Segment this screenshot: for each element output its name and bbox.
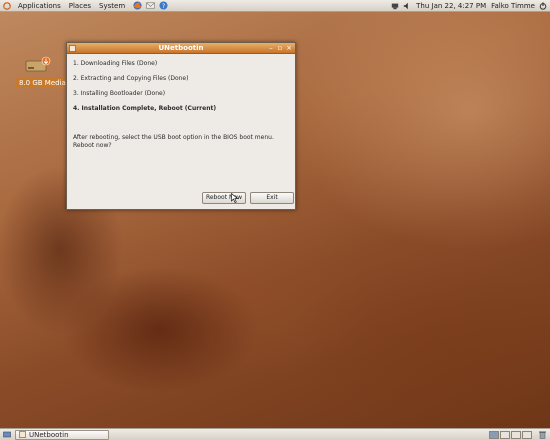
- workspace-2[interactable]: [500, 431, 510, 439]
- unetbootin-app-icon: [19, 431, 26, 438]
- window-controls: – ▫ ×: [266, 44, 293, 52]
- ubuntu-logo-icon[interactable]: [3, 1, 11, 10]
- clock[interactable]: Thu Jan 22, 4:27 PM: [416, 2, 486, 10]
- mouse-cursor-icon: [231, 193, 239, 203]
- desktop-icon-usb-media[interactable]: 8.0 GB Media: [16, 56, 69, 88]
- taskbar-item-label: UNetbootin: [29, 430, 69, 439]
- svg-text:?: ?: [162, 3, 165, 10]
- workspace-1[interactable]: [489, 431, 499, 439]
- close-icon[interactable]: ×: [285, 44, 293, 52]
- desktop-icon-label: 8.0 GB Media: [16, 78, 69, 88]
- trash-icon[interactable]: [538, 430, 547, 439]
- step-bootloader: 3. Installing Bootloader (Done): [73, 90, 166, 97]
- user-name[interactable]: Falko Timme: [491, 2, 535, 10]
- window-content: 1. Downloading Files (Done) 2. Extractin…: [67, 54, 295, 150]
- bottom-panel: UNetbootin: [0, 428, 550, 440]
- reboot-now-button[interactable]: Reboot Now: [202, 192, 246, 204]
- power-icon[interactable]: [539, 2, 547, 10]
- menu-system[interactable]: System: [95, 2, 129, 10]
- window-title: UNetbootin: [158, 44, 204, 52]
- step-extract: 2. Extracting and Copying Files (Done): [73, 75, 189, 82]
- step-download: 1. Downloading Files (Done): [73, 60, 158, 67]
- volume-icon[interactable]: [403, 2, 411, 10]
- taskbar-item-unetbootin[interactable]: UNetbootin: [15, 429, 109, 440]
- firefox-launcher-icon[interactable]: [133, 1, 142, 10]
- window-menu-icon[interactable]: [69, 45, 76, 52]
- window-titlebar[interactable]: UNetbootin – ▫ ×: [67, 43, 295, 54]
- minimize-icon[interactable]: –: [267, 44, 275, 52]
- unetbootin-window: UNetbootin – ▫ × 1. Downloading Files (D…: [66, 42, 296, 210]
- show-desktop-icon[interactable]: [3, 431, 11, 439]
- exit-button[interactable]: Exit: [250, 192, 294, 204]
- reboot-instruction: After rebooting, select the USB boot opt…: [73, 134, 274, 141]
- help-launcher-icon[interactable]: ?: [159, 1, 168, 10]
- panel-right: Thu Jan 22, 4:27 PM Falko Timme: [387, 0, 547, 12]
- step-complete: 4. Installation Complete, Reboot (Curren…: [73, 105, 217, 112]
- reboot-question: Reboot now?: [73, 142, 112, 149]
- menu-applications[interactable]: Applications: [14, 2, 65, 10]
- workspace-4[interactable]: [522, 431, 532, 439]
- top-panel: Applications Places System ? Thu Jan 22,…: [0, 0, 550, 12]
- email-launcher-icon[interactable]: [146, 1, 156, 10]
- workspace-switcher: [488, 431, 532, 439]
- maximize-icon[interactable]: ▫: [276, 44, 284, 52]
- removable-drive-icon: [25, 56, 51, 72]
- workspace-3[interactable]: [511, 431, 521, 439]
- network-icon[interactable]: [391, 2, 399, 10]
- menu-places[interactable]: Places: [65, 2, 95, 10]
